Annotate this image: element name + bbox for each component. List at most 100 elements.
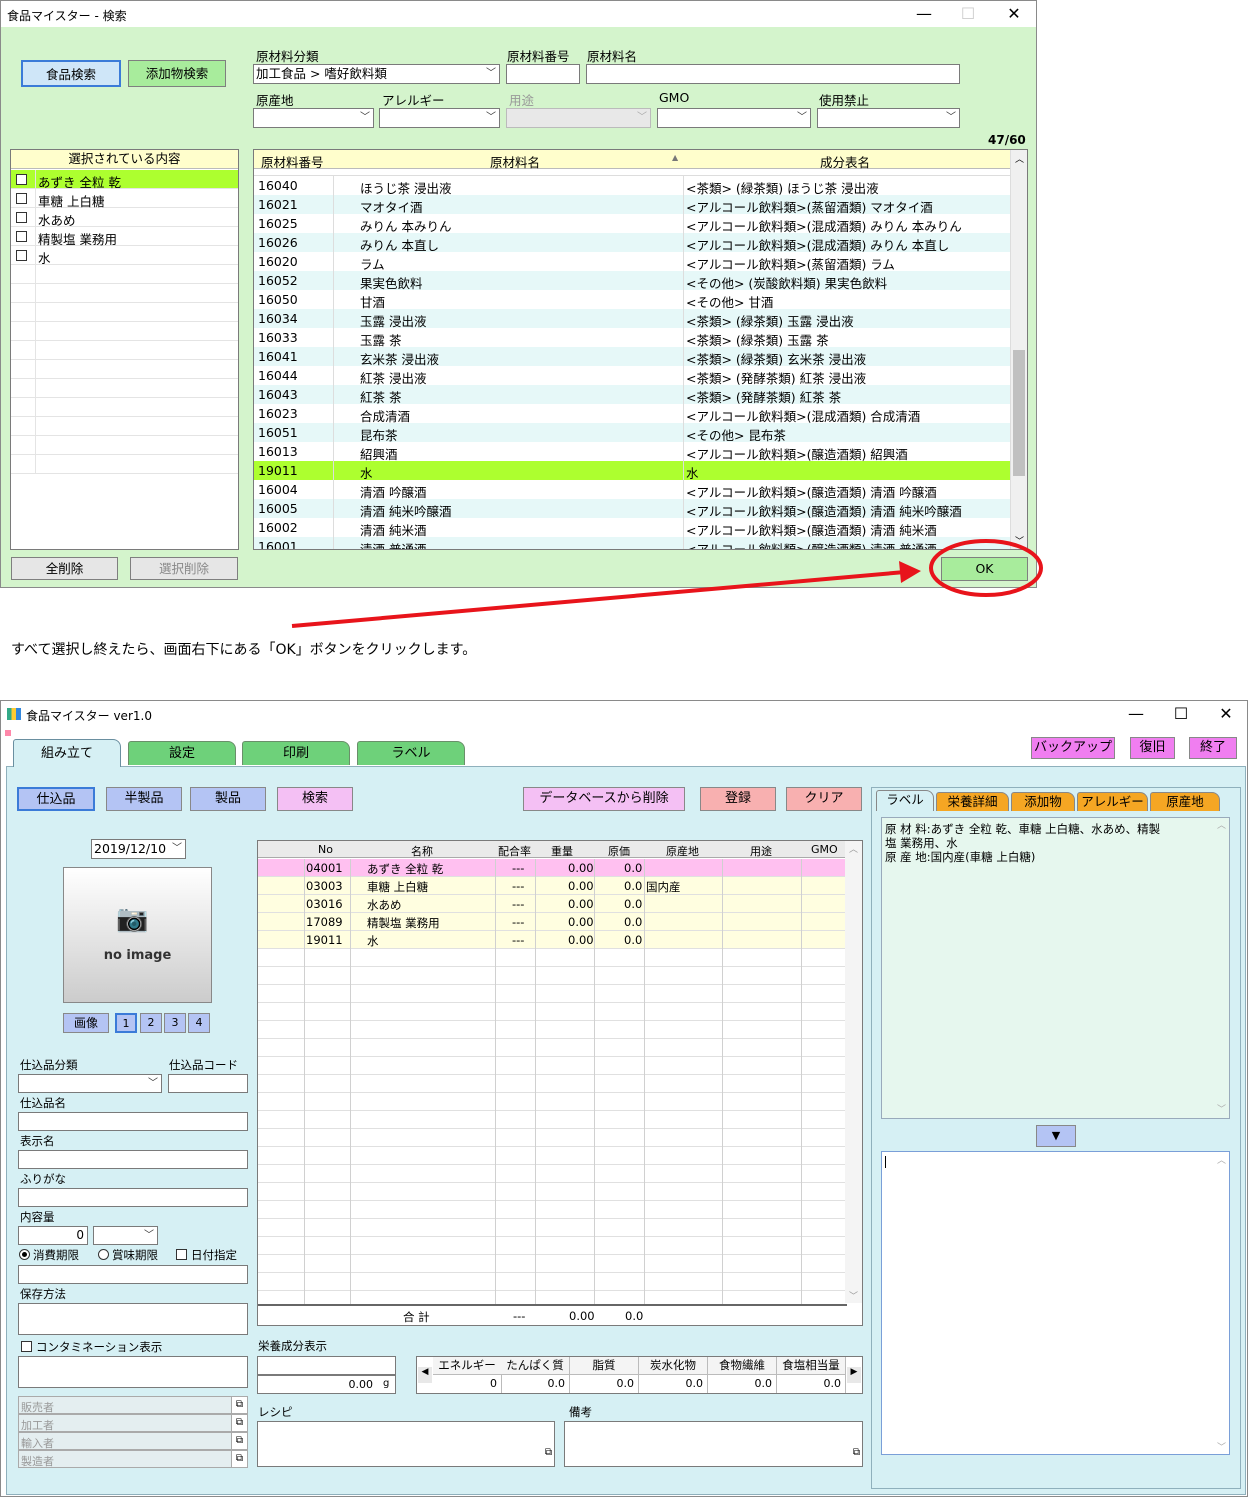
materials-grid[interactable]: No 名称 配合率 重量 原価 原産地 用途 GMO 04001 あずき 全粒 乾… (257, 840, 863, 1326)
contamination-checkbox[interactable]: コンタミネーション表示 (21, 1339, 162, 1355)
col-divider (495, 1237, 496, 1255)
shikomi-code-input[interactable] (168, 1074, 248, 1093)
table-row (258, 1183, 847, 1201)
table-row[interactable]: 03003 車糖 上白糖 --- 0.00 0.0 国内産 (258, 877, 847, 895)
col-divider (594, 1201, 595, 1219)
scroll-up-icon[interactable]: ︿ (1217, 819, 1226, 833)
nutrition-name-input[interactable] (257, 1356, 396, 1375)
image-page-2[interactable]: 2 (140, 1013, 162, 1033)
register-button[interactable]: 登録 (700, 787, 776, 811)
party-field[interactable]: 販売者 ⧉ (18, 1396, 248, 1414)
materials-scrollbar[interactable]: ︿ ﹀ (845, 841, 862, 1303)
scroll-up-icon[interactable]: ︿ (849, 842, 858, 855)
table-row[interactable]: 17089 精製塩 業務用 --- 0.00 0.0 (258, 913, 847, 931)
image-page-4[interactable]: 4 (188, 1013, 210, 1033)
right-tab-1[interactable]: 栄養詳細 (936, 792, 1009, 811)
contamination-text: コンタミネーション表示 (36, 1340, 163, 1354)
right-tab-2[interactable]: 添加物 (1011, 792, 1075, 811)
scroll-left-icon[interactable]: ◀ (418, 1367, 432, 1383)
content-unit-select[interactable]: ﹀ (93, 1226, 158, 1245)
nutrition-amount-input[interactable]: 0.00 (257, 1375, 396, 1394)
scroll-down-icon[interactable]: ﹀ (849, 1289, 858, 1302)
scroll-up-icon[interactable]: ︿ (1217, 1153, 1226, 1166)
col-divider (535, 1255, 536, 1273)
copy-icon[interactable]: ⧉ (231, 1433, 247, 1449)
col-divider (722, 1075, 723, 1093)
label-editor[interactable]: ︿ ﹀ (881, 1151, 1230, 1455)
right-tab-3[interactable]: アレルギー (1077, 792, 1148, 811)
mode-product-button[interactable]: 製品 (190, 787, 266, 811)
tab-print[interactable]: 印刷 (242, 741, 350, 765)
notes-input[interactable]: ⧉ (564, 1421, 863, 1467)
restore-button[interactable]: 復旧 (1130, 737, 1175, 759)
mode-semi-button[interactable]: 半製品 (106, 787, 182, 811)
nutrition-grid[interactable]: ◀ ▶ エネルギー 0 たんぱく質 0.0 脂質 0.0 炭水化物 0.0 食物繊維 0.0 食塩相… (416, 1356, 863, 1394)
table-row[interactable]: 19011 水 --- 0.00 0.0 (258, 931, 847, 949)
col-gmo[interactable]: GMO (811, 843, 838, 856)
search-button[interactable]: 検索 (277, 787, 353, 811)
exit-button[interactable]: 終了 (1189, 737, 1237, 759)
close-icon[interactable]: ✕ (1209, 704, 1243, 724)
date-picker[interactable]: 2019/12/10 ﹀ (91, 839, 186, 859)
contamination-input[interactable] (18, 1356, 248, 1388)
col-cost[interactable]: 原価 (608, 843, 630, 859)
backup-button[interactable]: バックアップ (1031, 737, 1115, 759)
radio-on-icon (19, 1249, 30, 1260)
copy-icon[interactable]: ⧉ (545, 1447, 552, 1458)
copy-icon[interactable]: ⧉ (231, 1397, 247, 1413)
col-name[interactable]: 名称 (411, 843, 433, 859)
table-row[interactable]: 04001 あずき 全粒 乾 --- 0.00 0.0 (258, 859, 847, 877)
expiry-radio[interactable]: 消費期限 (19, 1247, 79, 1263)
product-image[interactable]: 📷 no image (63, 867, 212, 1003)
storage-input[interactable] (18, 1303, 248, 1335)
clear-button[interactable]: クリア (786, 787, 862, 811)
recipe-input[interactable]: ⧉ (257, 1421, 555, 1467)
col-divider (722, 1003, 723, 1021)
col-weight[interactable]: 重量 (551, 843, 573, 859)
party-field[interactable]: 加工者 ⧉ (18, 1414, 248, 1432)
tab-settings[interactable]: 設定 (128, 741, 236, 765)
col-divider (535, 985, 536, 1003)
expand-down-button[interactable]: ▼ (1036, 1125, 1076, 1147)
image-button[interactable]: 画像 (63, 1013, 109, 1033)
tab-assemble[interactable]: 組み立て (13, 739, 121, 767)
right-tab-4[interactable]: 原産地 (1150, 792, 1220, 811)
expiry-input[interactable] (18, 1265, 248, 1284)
image-page-1[interactable]: 1 (115, 1013, 137, 1033)
table-row[interactable]: 03016 水あめ --- 0.00 0.0 (258, 895, 847, 913)
best-before-radio[interactable]: 賞味期限 (98, 1247, 158, 1263)
right-tab-0[interactable]: ラベル (876, 790, 934, 811)
checkbox-icon (21, 1341, 32, 1352)
label-preview[interactable]: 原 材 料:あずき 全粒 乾、車糖 上白糖、水あめ、精製 塩 業務用、水 原 産… (881, 817, 1230, 1119)
cell-no: 04001 (306, 861, 343, 875)
copy-icon[interactable]: ⧉ (231, 1451, 247, 1467)
maximize-icon[interactable]: ☐ (1164, 704, 1198, 724)
shikomi-category-select[interactable]: ﹀ (18, 1074, 162, 1093)
shikomi-name-input[interactable] (18, 1112, 248, 1131)
scroll-down-icon[interactable]: ﹀ (1217, 1440, 1226, 1453)
copy-icon[interactable]: ⧉ (853, 1447, 860, 1458)
col-divider (495, 913, 496, 931)
col-usage[interactable]: 用途 (750, 843, 772, 859)
date-spec-checkbox[interactable]: 日付指定 (176, 1247, 237, 1263)
col-no[interactable]: No (318, 843, 333, 856)
display-name-input[interactable] (18, 1150, 248, 1169)
notes-label: 備考 (569, 1405, 592, 1419)
mode-shikomi-button[interactable]: 仕込品 (17, 787, 95, 811)
furigana-input[interactable] (18, 1188, 248, 1207)
content-input[interactable]: 0 (18, 1226, 88, 1245)
party-field[interactable]: 製造者 ⧉ (18, 1450, 248, 1468)
col-ratio[interactable]: 配合率 (498, 843, 531, 859)
date-spec-text: 日付指定 (191, 1248, 237, 1262)
minimize-icon[interactable]: — (1119, 704, 1153, 724)
col-divider (350, 1129, 351, 1147)
db-delete-button[interactable]: データベースから削除 (523, 787, 685, 811)
image-page-3[interactable]: 3 (164, 1013, 186, 1033)
col-origin[interactable]: 原産地 (666, 843, 699, 859)
tab-label[interactable]: ラベル (357, 741, 465, 765)
copy-icon[interactable]: ⧉ (231, 1415, 247, 1431)
scroll-right-icon[interactable]: ▶ (847, 1367, 861, 1383)
party-field[interactable]: 輸入者 ⧉ (18, 1432, 248, 1450)
scroll-down-icon[interactable]: ﹀ (1217, 1103, 1226, 1117)
nutrition-header: 食塩相当量 (777, 1357, 846, 1375)
